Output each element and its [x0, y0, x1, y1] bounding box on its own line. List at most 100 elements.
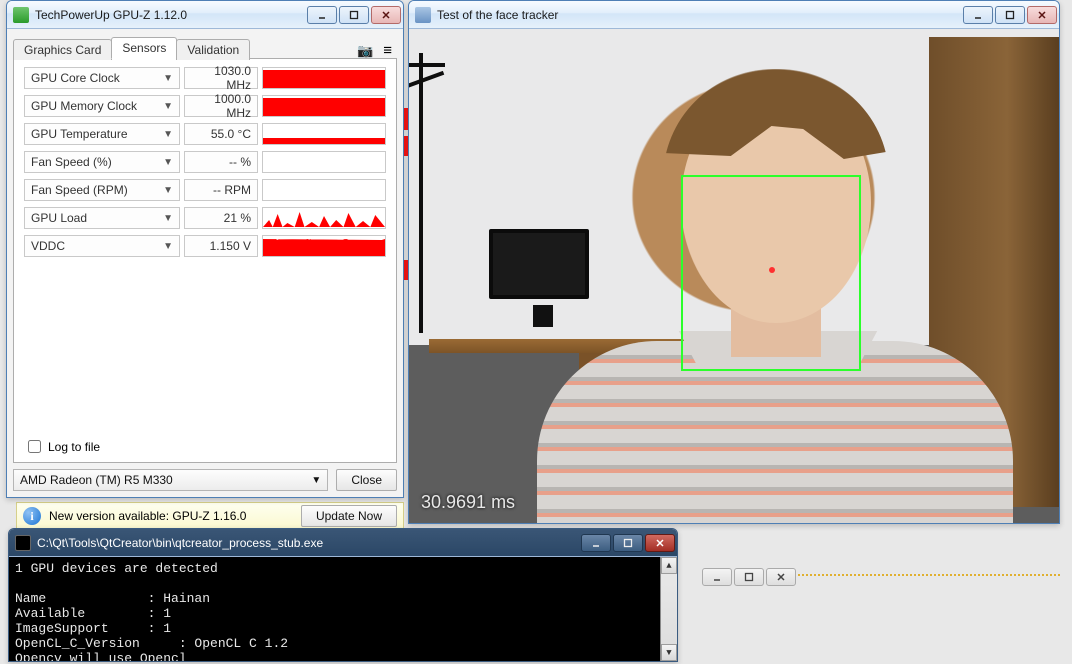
sensor-value: 55.0 °C	[184, 123, 258, 145]
sensor-name-label: Fan Speed (RPM)	[31, 183, 128, 197]
titlebar[interactable]: Test of the face tracker	[409, 1, 1059, 29]
sensor-value: 1000.0 MHz	[184, 95, 258, 117]
sensor-row: Fan Speed (RPM) ▼ -- RPM	[24, 179, 386, 201]
update-now-button[interactable]: Update Now	[301, 505, 397, 527]
sensor-row: GPU Core Clock ▼ 1030.0 MHz	[24, 67, 386, 89]
scene-monitor	[489, 229, 589, 299]
gpuz-window: TechPowerUp GPU-Z 1.12.0 Graphics Card S…	[6, 0, 404, 498]
console-output[interactable]: 1 GPU devices are detected Name : Hainan…	[9, 557, 677, 661]
sensor-name-label: VDDC	[31, 239, 65, 253]
minimize-button[interactable]	[963, 6, 993, 24]
sensor-name-label: GPU Temperature	[31, 127, 128, 141]
gpu-selector-dropdown[interactable]: AMD Radeon (TM) R5 M330 ▼	[13, 469, 328, 491]
sensor-value: -- %	[184, 151, 258, 173]
console-line: Name : Hainan	[15, 591, 210, 606]
camera-icon[interactable]: 📷	[357, 43, 373, 59]
console-app-icon	[15, 535, 31, 551]
sensor-name-dropdown[interactable]: Fan Speed (RPM) ▼	[24, 179, 180, 201]
sensor-graph	[262, 179, 386, 201]
sensor-row: GPU Memory Clock ▼ 1000.0 MHz	[24, 95, 386, 117]
sensor-name-label: GPU Memory Clock	[31, 99, 137, 113]
titlebar[interactable]: TechPowerUp GPU-Z 1.12.0	[7, 1, 403, 29]
sensor-name-label: GPU Core Clock	[31, 71, 120, 85]
face-tracker-window: Test of the face tracker 30.9691 ms	[408, 0, 1060, 524]
frame-time-overlay: 30.9691 ms	[421, 492, 515, 513]
chevron-down-icon: ▼	[163, 129, 173, 140]
chevron-down-icon: ▼	[163, 157, 173, 168]
sensor-name-dropdown[interactable]: GPU Temperature ▼	[24, 123, 180, 145]
face-center-point	[769, 267, 775, 273]
tab-graphics-card[interactable]: Graphics Card	[13, 39, 112, 60]
tab-validation[interactable]: Validation	[176, 39, 250, 60]
log-to-file-label: Log to file	[48, 440, 100, 454]
sensor-graph	[262, 151, 386, 173]
sensor-value: 21 %	[184, 207, 258, 229]
console-window: C:\Qt\Tools\QtCreator\bin\qtcreator_proc…	[8, 528, 678, 662]
chevron-down-icon: ▼	[163, 185, 173, 196]
sensor-graph	[262, 207, 386, 229]
close-button[interactable]	[371, 6, 401, 24]
sensor-row: VDDC ▼ 1.150 V	[24, 235, 386, 257]
sensor-name-dropdown[interactable]: GPU Memory Clock ▼	[24, 95, 180, 117]
sensor-value: -- RPM	[184, 179, 258, 201]
close-button[interactable]	[1027, 6, 1057, 24]
maximize-button[interactable]	[734, 568, 764, 586]
window-title: TechPowerUp GPU-Z 1.12.0	[35, 8, 305, 22]
scroll-down-button[interactable]: ▼	[661, 644, 677, 661]
console-line: OpenCL_C_Version : OpenCL C 1.2	[15, 636, 288, 651]
maximize-button[interactable]	[995, 6, 1025, 24]
chevron-down-icon: ▼	[163, 73, 173, 84]
close-button[interactable]	[645, 534, 675, 552]
maximize-button[interactable]	[339, 6, 369, 24]
sensor-graph	[262, 95, 386, 117]
camera-view: 30.9691 ms	[409, 29, 1059, 523]
chevron-down-icon: ▼	[163, 101, 173, 112]
sensor-name-dropdown[interactable]: GPU Load ▼	[24, 207, 180, 229]
scroll-up-button[interactable]: ▲	[661, 557, 677, 574]
face-bounding-box	[681, 175, 861, 371]
close-button[interactable]: Close	[336, 469, 397, 491]
update-text: New version available: GPU-Z 1.16.0	[49, 509, 246, 523]
minimize-button[interactable]	[581, 534, 611, 552]
scroll-track[interactable]	[661, 574, 677, 644]
sensor-row: Fan Speed (%) ▼ -- %	[24, 151, 386, 173]
sensor-name-label: Fan Speed (%)	[31, 155, 112, 169]
scrollbar[interactable]: ▲ ▼	[660, 557, 677, 661]
hamburger-icon[interactable]: ≡	[383, 42, 391, 59]
gpuz-app-icon	[13, 7, 29, 23]
sensor-graph	[262, 123, 386, 145]
chevron-down-icon: ▼	[163, 241, 173, 252]
app-icon	[415, 7, 431, 23]
info-icon: i	[23, 507, 41, 525]
close-button[interactable]	[766, 568, 796, 586]
console-line: Opencv will use Opencl	[15, 651, 187, 661]
chevron-down-icon: ▼	[163, 213, 173, 224]
window-title: Test of the face tracker	[437, 8, 961, 22]
sensor-graph	[262, 67, 386, 89]
log-to-file-checkbox[interactable]	[28, 440, 41, 453]
sensor-row: GPU Temperature ▼ 55.0 °C	[24, 123, 386, 145]
sensors-panel: GPU Core Clock ▼ 1030.0 MHz GPU Memory C…	[13, 58, 397, 463]
sensor-graph	[262, 235, 386, 257]
sensor-name-label: GPU Load	[31, 211, 87, 225]
sensor-name-dropdown[interactable]: VDDC ▼	[24, 235, 180, 257]
maximize-button[interactable]	[613, 534, 643, 552]
console-line: Available : 1	[15, 606, 171, 621]
sensor-row: GPU Load ▼ 21 %	[24, 207, 386, 229]
gpu-selector-value: AMD Radeon (TM) R5 M330	[20, 473, 173, 487]
minimize-button[interactable]	[702, 568, 732, 586]
sensor-name-dropdown[interactable]: Fan Speed (%) ▼	[24, 151, 180, 173]
scene-coatrack	[419, 53, 423, 333]
tab-sensors[interactable]: Sensors	[111, 37, 177, 59]
minimize-button[interactable]	[307, 6, 337, 24]
sensor-name-dropdown[interactable]: GPU Core Clock ▼	[24, 67, 180, 89]
sensor-value: 1.150 V	[184, 235, 258, 257]
sensor-value: 1030.0 MHz	[184, 67, 258, 89]
console-line: 1 GPU devices are detected	[15, 561, 218, 576]
update-banner: i New version available: GPU-Z 1.16.0 Up…	[16, 502, 404, 530]
titlebar[interactable]: C:\Qt\Tools\QtCreator\bin\qtcreator_proc…	[9, 529, 677, 557]
tab-bar: Graphics Card Sensors Validation 📷 ≡	[13, 35, 397, 59]
console-line: ImageSupport : 1	[15, 621, 171, 636]
window-title: C:\Qt\Tools\QtCreator\bin\qtcreator_proc…	[37, 536, 579, 550]
chevron-down-icon: ▼	[311, 475, 321, 486]
